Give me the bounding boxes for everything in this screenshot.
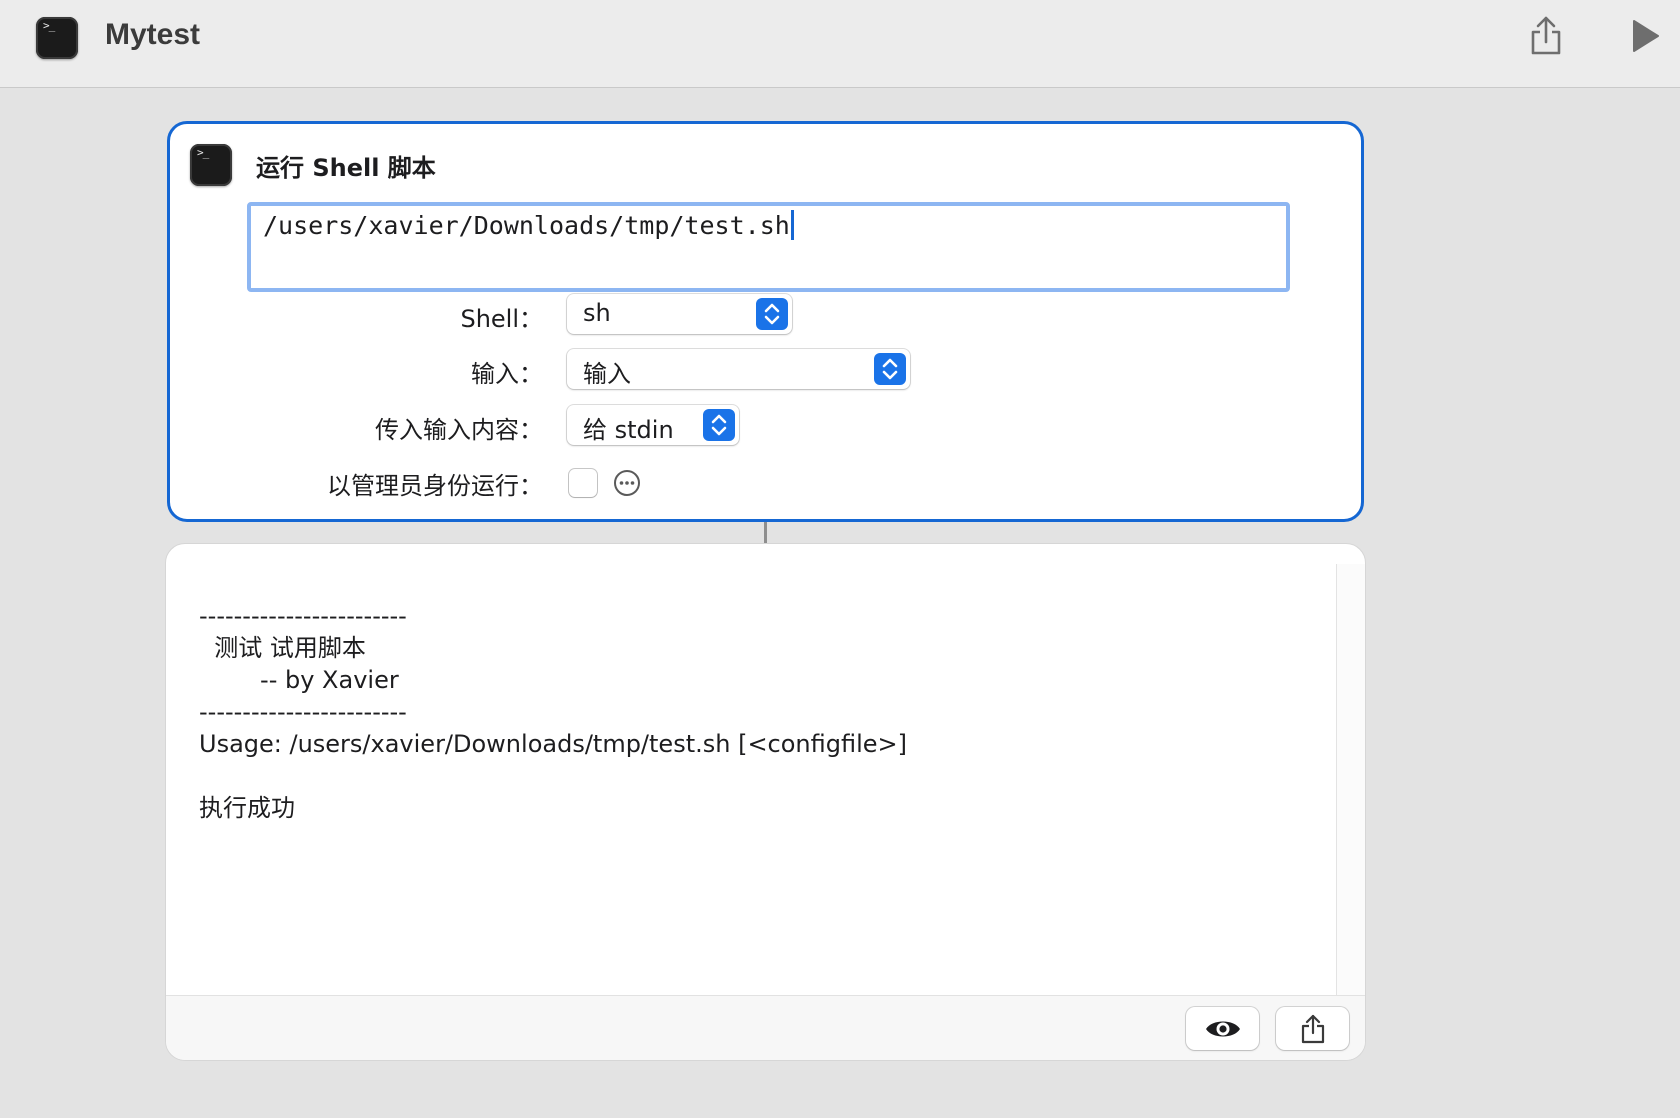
input-label: 输入： <box>471 360 543 388</box>
result-panel: ------------------------ 测试 试用脚本 -- by X… <box>165 543 1366 1061</box>
action-title: 运行 Shell 脚本 <box>256 154 436 182</box>
input-popup[interactable]: 输入 <box>567 349 910 389</box>
script-editor[interactable]: /users/xavier/Downloads/tmp/test.sh <box>247 202 1290 292</box>
chevron-up-down-icon <box>703 409 735 441</box>
result-footer <box>166 995 1365 1060</box>
result-line: ------------------------ <box>199 602 407 630</box>
pass-input-value: 给 stdin <box>583 416 674 444</box>
share-icon <box>1301 1014 1324 1043</box>
ellipsis-circle-icon <box>614 470 640 496</box>
result-line: 测试 试用脚本 <box>199 634 366 662</box>
shortcut-title[interactable]: Mytest <box>105 18 200 52</box>
result-output[interactable]: ------------------------ 测试 试用脚本 -- by X… <box>199 600 907 824</box>
shell-value: sh <box>583 299 611 327</box>
result-line: -- by Xavier <box>199 666 399 694</box>
run-button[interactable] <box>1628 18 1662 54</box>
more-options-button[interactable] <box>613 469 641 497</box>
chevron-up-down-icon <box>756 298 788 330</box>
share-icon <box>1531 16 1561 55</box>
share-result-button[interactable] <box>1276 1007 1349 1050</box>
script-text: /users/xavier/Downloads/tmp/test.sh <box>263 211 790 240</box>
run-shell-script-action[interactable]: 运行 Shell 脚本 /users/xavier/Downloads/tmp/… <box>167 121 1364 522</box>
preview-button[interactable] <box>1186 1007 1259 1050</box>
action-connector <box>764 522 767 544</box>
input-value: 输入 <box>583 360 631 388</box>
shell-label: Shell： <box>460 305 543 333</box>
result-line: 执行成功 <box>199 794 295 822</box>
terminal-icon <box>36 17 78 59</box>
result-line: ------------------------ <box>199 698 407 726</box>
play-icon <box>1633 20 1659 52</box>
text-caret <box>790 210 794 240</box>
share-button[interactable] <box>1528 14 1564 56</box>
shell-popup[interactable]: sh <box>567 294 792 334</box>
scrollbar[interactable] <box>1336 564 1365 996</box>
terminal-icon <box>190 144 232 186</box>
eye-icon <box>1205 1021 1240 1036</box>
pass-input-popup[interactable]: 给 stdin <box>567 405 739 445</box>
run-as-admin-label: 以管理员身份运行： <box>327 472 543 500</box>
result-line <box>199 760 907 792</box>
pass-input-label: 传入输入内容： <box>375 416 543 444</box>
result-line: Usage: /users/xavier/Downloads/tmp/test.… <box>199 730 908 758</box>
run-as-admin-checkbox[interactable] <box>569 469 597 497</box>
chevron-up-down-icon <box>874 353 906 385</box>
title-bar: Mytest <box>0 0 1680 88</box>
